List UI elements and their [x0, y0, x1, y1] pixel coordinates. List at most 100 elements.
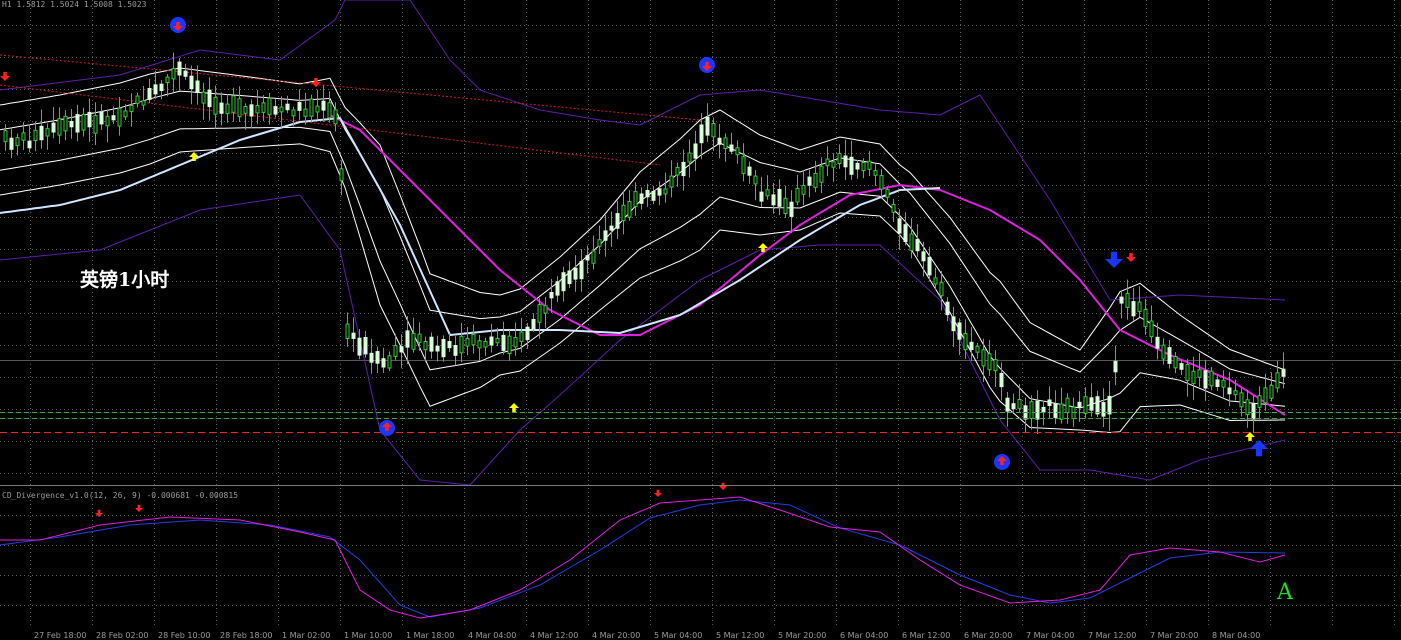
candle	[213, 96, 218, 115]
candle	[57, 118, 62, 136]
candle	[1095, 396, 1100, 415]
candle	[567, 270, 572, 285]
candle	[333, 109, 338, 125]
candle	[741, 156, 746, 174]
candle	[843, 155, 848, 168]
candle	[921, 251, 926, 262]
candle	[585, 255, 590, 261]
candle	[21, 132, 26, 141]
candle	[999, 372, 1004, 388]
x-tick-label: 28 Feb 02:00	[96, 631, 148, 640]
candle	[171, 68, 176, 80]
candle	[699, 124, 704, 144]
candle	[855, 162, 860, 170]
price-chart[interactable]: 27 Feb 18:00 28 Feb 02:00 28 Feb 10:00 28 F…	[0, 0, 1401, 640]
candle	[75, 114, 80, 133]
x-tick-label: 5 Mar 12:00	[716, 631, 764, 640]
candle	[891, 204, 896, 213]
candle	[771, 194, 776, 206]
candle	[483, 341, 488, 348]
candle	[1005, 397, 1010, 412]
candle	[297, 102, 302, 111]
candle	[261, 102, 266, 113]
candle	[1257, 395, 1262, 408]
trendline-upper	[0, 54, 701, 121]
candle	[33, 129, 38, 142]
candle	[465, 338, 470, 347]
candle	[987, 353, 992, 371]
x-tick-label: 7 Mar 12:00	[1088, 631, 1136, 640]
candle	[723, 137, 728, 149]
candle	[1077, 401, 1082, 408]
x-tick-label: 6 Mar 20:00	[964, 631, 1012, 640]
candle	[633, 191, 638, 208]
candle	[417, 333, 422, 343]
x-tick-label: 6 Mar 12:00	[902, 631, 950, 640]
candle	[135, 95, 140, 104]
candle	[411, 332, 416, 350]
candle	[15, 137, 20, 147]
candle	[405, 330, 410, 348]
candle	[939, 282, 944, 297]
candle	[951, 316, 956, 332]
candle	[975, 345, 980, 353]
x-tick-label: 28 Feb 18:00	[220, 631, 272, 640]
candle	[1281, 368, 1286, 377]
candle	[339, 168, 344, 182]
x-tick-label: 4 Mar 12:00	[530, 631, 578, 640]
candle	[93, 115, 98, 134]
candle	[345, 323, 350, 340]
candle	[375, 351, 380, 364]
candle	[1227, 387, 1232, 395]
candle	[753, 175, 758, 185]
candle	[447, 341, 452, 349]
candle	[543, 305, 548, 314]
candle	[615, 213, 620, 229]
candle	[621, 204, 626, 222]
candle	[597, 239, 602, 247]
candle	[1119, 296, 1124, 304]
candle	[489, 336, 494, 346]
candle	[825, 158, 830, 167]
corner-label: A	[1277, 580, 1293, 605]
candle	[477, 340, 482, 349]
candle	[1089, 397, 1094, 411]
candle	[105, 115, 110, 127]
candle	[1155, 336, 1160, 349]
candle	[1221, 379, 1226, 388]
candle	[993, 359, 998, 372]
candle	[687, 152, 692, 163]
candle	[1269, 384, 1274, 399]
candle	[969, 341, 974, 350]
candle	[141, 100, 146, 106]
x-tick-label: 1 Mar 10:00	[344, 631, 392, 640]
strong-sell-arrow	[1105, 251, 1123, 268]
candle	[27, 140, 32, 149]
candle	[1041, 406, 1046, 413]
candle	[555, 281, 560, 296]
candle	[675, 167, 680, 176]
candle	[1059, 403, 1064, 420]
candle	[495, 337, 500, 344]
x-tick-label: 5 Mar 20:00	[778, 631, 826, 640]
price-levels	[0, 412, 1401, 433]
candle	[1173, 356, 1178, 369]
candle	[747, 166, 752, 176]
candlesticks	[3, 52, 1286, 434]
candle	[669, 175, 674, 188]
x-tick-label: 4 Mar 04:00	[468, 631, 516, 640]
candle	[177, 61, 182, 76]
candle	[819, 165, 824, 183]
candle	[879, 175, 884, 190]
candle	[729, 144, 734, 152]
candle	[861, 162, 866, 172]
candle	[849, 156, 854, 175]
candle	[561, 272, 566, 292]
candle	[981, 349, 986, 367]
candle	[1167, 347, 1172, 364]
candle	[801, 185, 806, 195]
candle	[435, 345, 440, 352]
candle	[813, 172, 818, 188]
x-tick-label: 27 Feb 18:00	[34, 631, 86, 640]
candle	[117, 107, 122, 127]
